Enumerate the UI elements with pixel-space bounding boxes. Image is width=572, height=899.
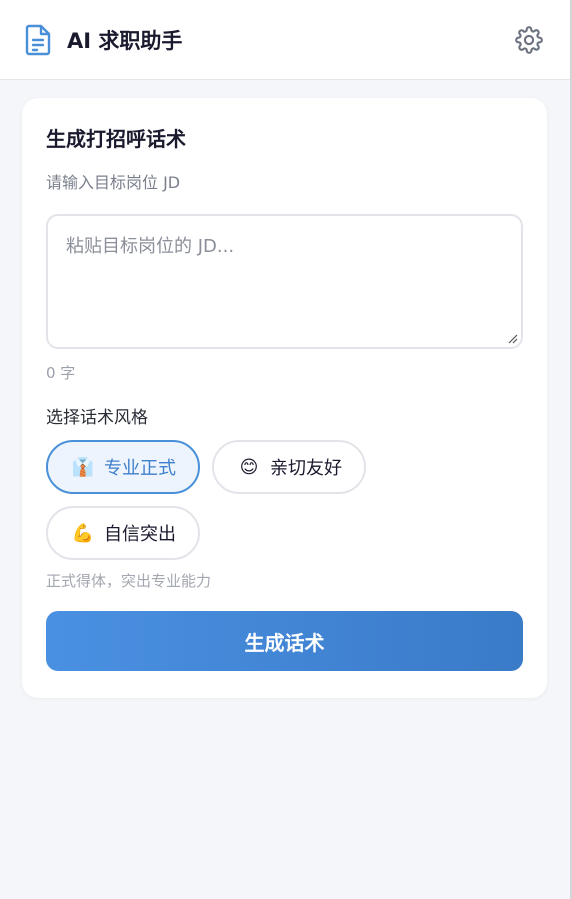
style-option-confident[interactable]: 💪 自信突出 — [46, 506, 200, 560]
resize-grip-icon[interactable] — [507, 333, 518, 344]
card-title: 生成打招呼话术 — [46, 127, 186, 151]
app-title: AI 求职助手 — [67, 28, 183, 53]
greeting-generator-card: 生成打招呼话术 请输入目标岗位 JD 0 字 选择话术风格 👔 专业正式 😊 亲… — [22, 98, 547, 698]
style-option-label: 自信突出 — [104, 524, 176, 545]
generate-button[interactable]: 生成话术 — [46, 611, 523, 671]
style-label: 选择话术风格 — [46, 408, 148, 428]
style-option-professional[interactable]: 👔 专业正式 — [46, 440, 200, 494]
style-options: 👔 专业正式 😊 亲切友好 💪 自信突出 — [46, 440, 523, 560]
app-header: AI 求职助手 — [0, 0, 572, 80]
style-description: 正式得体，突出专业能力 — [46, 572, 212, 590]
necktie-icon: 👔 — [71, 456, 95, 478]
gear-icon — [515, 25, 543, 54]
jd-input[interactable] — [48, 216, 521, 347]
document-icon — [24, 24, 52, 56]
flexed-biceps-icon: 💪 — [71, 522, 95, 544]
smiling-face-icon: 😊 — [239, 456, 259, 478]
jd-input-wrapper — [46, 214, 523, 349]
style-option-friendly[interactable]: 😊 亲切友好 — [212, 440, 366, 494]
char-count: 0 字 — [46, 364, 76, 382]
style-option-label: 专业正式 — [104, 458, 176, 479]
settings-button[interactable] — [514, 25, 544, 55]
style-option-label: 亲切友好 — [270, 458, 342, 479]
jd-label: 请输入目标岗位 JD — [46, 173, 181, 192]
